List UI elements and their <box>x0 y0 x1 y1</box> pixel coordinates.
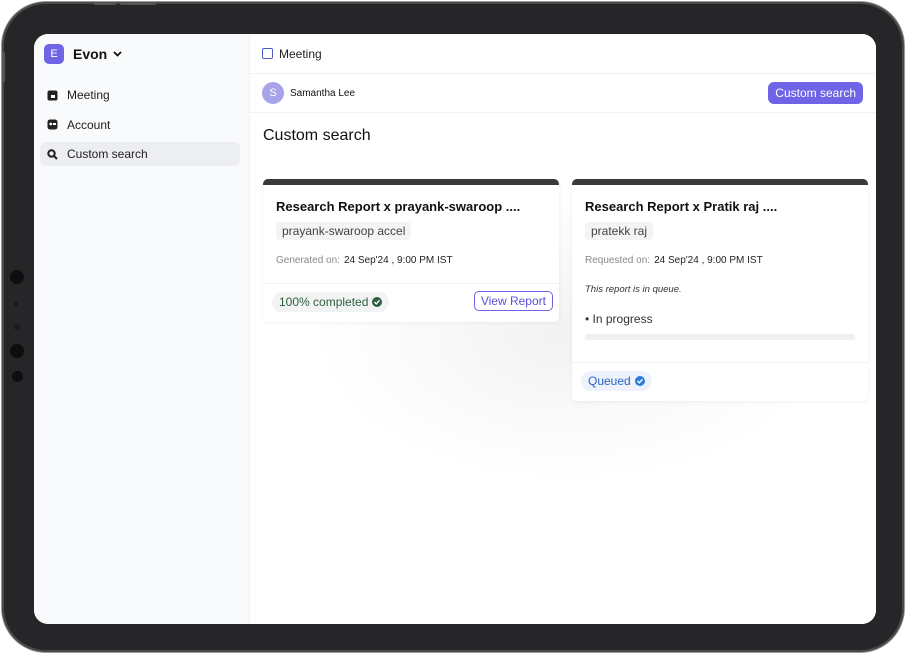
sidebar-item-account[interactable]: Account <box>40 113 240 137</box>
user-bar: S Samantha Lee Custom search <box>250 74 876 113</box>
camera-dot <box>10 344 24 358</box>
camera-dot <box>10 270 24 284</box>
search-icon <box>47 148 58 160</box>
sensor-dot <box>14 324 20 330</box>
custom-search-button[interactable]: Custom search <box>768 82 863 104</box>
power-button <box>120 2 156 5</box>
sidebar-item-label: Meeting <box>67 88 110 102</box>
status-badge: 100% completed <box>272 292 390 312</box>
volume-button <box>94 2 116 5</box>
sidebar-nav: Meeting Account Custom search <box>40 83 240 172</box>
view-report-button[interactable]: View Report <box>473 291 553 311</box>
card-divider <box>572 362 868 363</box>
report-title: Research Report x Pratik raj .... <box>585 199 778 214</box>
user-profile[interactable]: S Samantha Lee <box>262 82 355 104</box>
card-header-bar <box>263 179 559 185</box>
report-meta: Generated on: 24 Sep'24 , 9:00 PM IST <box>276 255 453 266</box>
tablet-frame: E Evon Meeting Account Custom search Mee… <box>2 2 904 652</box>
report-card: Research Report x Pratik raj .... pratek… <box>572 179 868 401</box>
page-title: Custom search <box>263 127 371 144</box>
workspace-name: Evon <box>73 46 108 62</box>
report-card: Research Report x prayank-swaroop .... p… <box>263 179 559 322</box>
account-icon <box>47 119 58 130</box>
card-header-bar <box>572 179 868 185</box>
sidebar-item-label: Account <box>67 117 111 132</box>
sensor-dot <box>14 302 18 306</box>
meta-label: Generated on: <box>276 255 340 266</box>
breadcrumb[interactable]: Meeting <box>262 47 322 61</box>
workspace-switcher[interactable]: E Evon <box>44 44 122 64</box>
app-screen: E Evon Meeting Account Custom search Mee… <box>34 34 876 624</box>
meta-value: 24 Sep'24 , 9:00 PM IST <box>654 255 763 266</box>
progress-label: • In progress <box>585 312 653 326</box>
report-tag: pratekk raj <box>585 222 654 240</box>
meta-value: 24 Sep'24 , 9:00 PM IST <box>343 255 453 266</box>
breadcrumb-label: Meeting <box>279 46 322 61</box>
avatar: S <box>262 82 284 104</box>
sidebar: E Evon Meeting Account Custom search <box>34 34 250 624</box>
side-button <box>2 52 5 82</box>
camera-dot <box>12 371 23 382</box>
meeting-icon <box>47 90 58 101</box>
report-title: Research Report x prayank-swaroop .... <box>276 199 521 214</box>
queue-note: This report is in queue. <box>585 284 682 295</box>
workspace-avatar: E <box>44 44 64 64</box>
main-content: Meeting S Samantha Lee Custom search Cus… <box>250 34 876 624</box>
user-name: Samantha Lee <box>290 87 356 99</box>
sidebar-item-label: Custom search <box>67 147 148 161</box>
status-label: Queued <box>588 374 631 388</box>
status-label: 100% completed <box>279 295 369 309</box>
report-meta: Requested on: 24 Sep'24 , 9:00 PM IST <box>585 255 763 266</box>
status-badge: Queued <box>581 371 652 391</box>
sidebar-item-meeting[interactable]: Meeting <box>40 83 240 107</box>
check-circle-icon <box>634 376 645 386</box>
report-tag: prayank-swaroop accel <box>276 222 412 240</box>
sidebar-item-custom-search[interactable]: Custom search <box>40 142 240 166</box>
top-bar: Meeting <box>250 34 876 74</box>
meeting-square-icon <box>262 48 273 59</box>
progress-bar <box>585 334 855 340</box>
card-divider <box>263 283 559 284</box>
chevron-down-icon <box>113 49 122 60</box>
check-circle-icon <box>372 297 383 307</box>
meta-label: Requested on: <box>585 255 651 266</box>
